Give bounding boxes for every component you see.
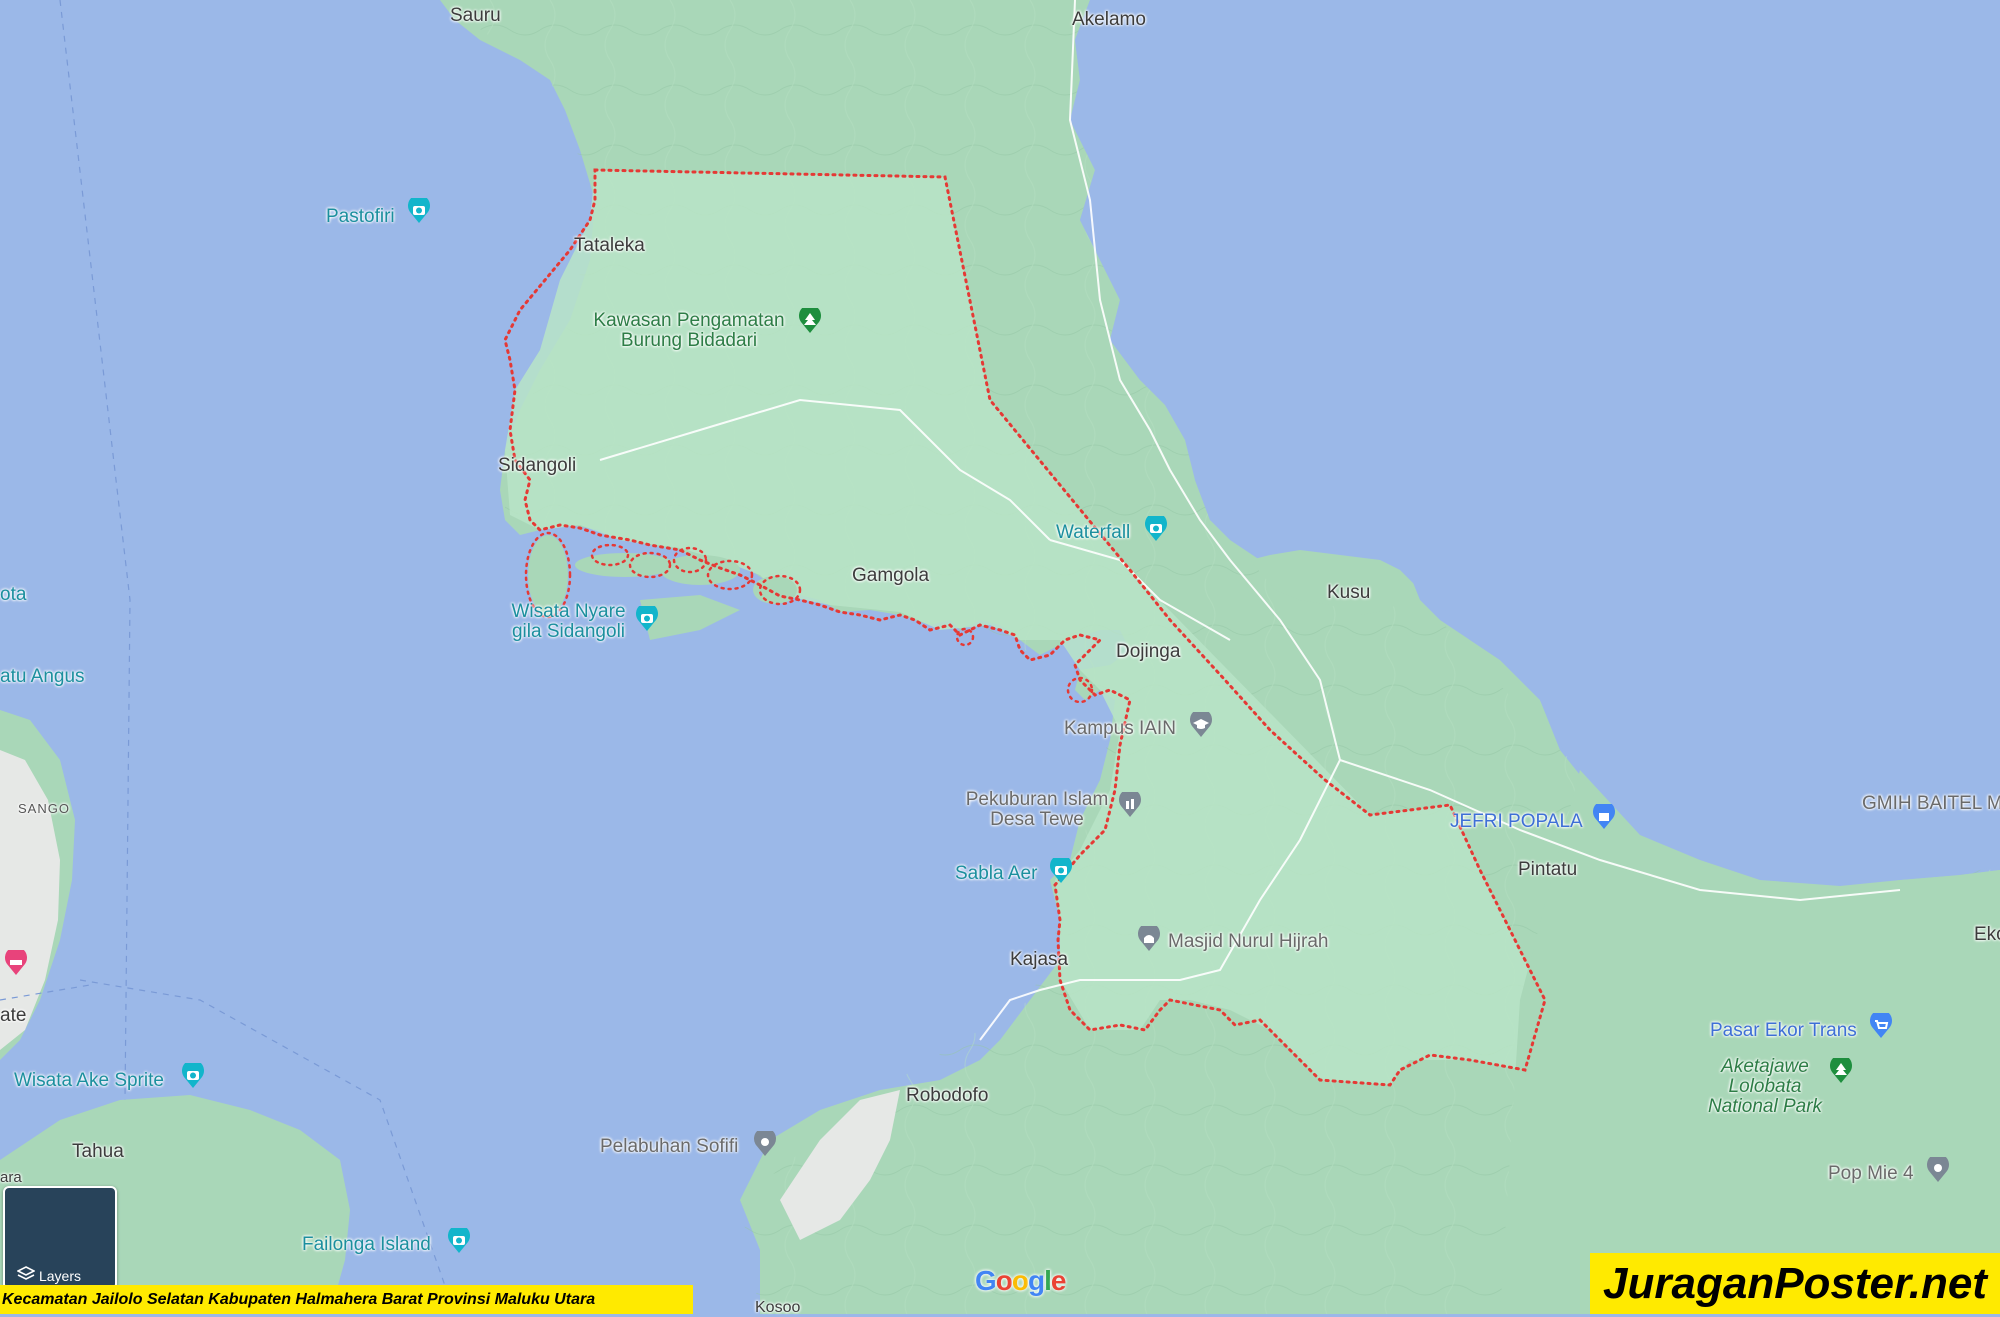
label-pastofiri[interactable]: Pastofiri — [326, 207, 395, 227]
label-robodofo[interactable]: Robodofo — [906, 1086, 988, 1106]
park-pin-icon[interactable] — [1828, 1058, 1854, 1084]
park-pin-icon[interactable] — [797, 308, 823, 334]
camera-pin-icon[interactable] — [1143, 516, 1169, 542]
brand-watermark: JuraganPoster.net — [1590, 1253, 2000, 1314]
camera-pin-icon[interactable] — [446, 1228, 472, 1254]
label-ota[interactable]: ota — [0, 585, 26, 605]
label-kawasan[interactable]: Kawasan Pengamatan Burung Bidadari — [584, 311, 794, 351]
label-ara[interactable]: ara — [0, 1170, 22, 1186]
label-aketajawe[interactable]: Aketajawe Lolobata National Park — [1695, 1057, 1835, 1117]
cemetery-pin-icon[interactable] — [1117, 792, 1143, 818]
label-gamgola[interactable]: Gamgola — [852, 566, 929, 586]
label-pop-mie[interactable]: Pop Mie 4 — [1828, 1164, 1914, 1184]
camera-pin-icon[interactable] — [1048, 858, 1074, 884]
cart-pin-icon[interactable] — [1868, 1013, 1894, 1039]
layers-button[interactable]: Layers — [3, 1186, 117, 1290]
label-wisata-nyare[interactable]: Wisata Nyare gila Sidangoli — [506, 602, 631, 642]
label-eko[interactable]: Eko — [1974, 925, 2000, 945]
label-sauru[interactable]: Sauru — [450, 6, 501, 26]
label-masjid[interactable]: Masjid Nurul Hijrah — [1168, 932, 1329, 952]
label-akelamo[interactable]: Akelamo — [1072, 10, 1146, 30]
label-kusu[interactable]: Kusu — [1327, 583, 1370, 603]
mosque-pin-icon[interactable] — [1136, 926, 1162, 952]
label-kampus-iain[interactable]: Kampus IAIN — [1064, 719, 1176, 739]
place-pin-icon[interactable] — [752, 1131, 778, 1157]
label-jefri-popala[interactable]: JEFRI POPALA — [1450, 812, 1583, 832]
place-pin-icon[interactable] — [1925, 1157, 1951, 1183]
label-sidangoli[interactable]: Sidangoli — [498, 456, 576, 476]
label-wisata-ake[interactable]: Wisata Ake Sprite — [14, 1071, 164, 1091]
camera-pin-icon[interactable] — [180, 1063, 206, 1089]
hotel-pin-icon[interactable] — [3, 950, 29, 976]
label-kosoo[interactable]: Kosoo — [755, 1299, 800, 1317]
label-satu-angus[interactable]: atu Angus — [0, 667, 85, 687]
label-tataleka[interactable]: Tataleka — [574, 236, 645, 256]
label-waterfall[interactable]: Waterfall — [1056, 523, 1130, 543]
layers-label: Layers — [38, 1268, 82, 1284]
school-pin-icon[interactable] — [1188, 712, 1214, 738]
label-dojinga[interactable]: Dojinga — [1116, 642, 1180, 662]
label-gmih-baitel[interactable]: GMIH BAITEL M — [1862, 794, 2000, 814]
map-caption: Kecamatan Jailolo Selatan Kabupaten Halm… — [0, 1285, 693, 1314]
label-tahua[interactable]: Tahua — [72, 1142, 124, 1162]
camera-pin-icon[interactable] — [634, 606, 660, 632]
google-logo: Google — [975, 1265, 1066, 1296]
camera-pin-icon[interactable] — [406, 198, 432, 224]
label-kajasa[interactable]: Kajasa — [1010, 950, 1068, 970]
label-failonga[interactable]: Failonga Island — [302, 1235, 431, 1255]
label-pekuburan[interactable]: Pekuburan Islam Desa Tewe — [957, 790, 1117, 830]
label-pasar-ekor[interactable]: Pasar Ekor Trans — [1710, 1021, 1857, 1041]
label-ate[interactable]: ate — [0, 1006, 26, 1026]
shop-pin-icon[interactable] — [1591, 804, 1617, 830]
map-canvas[interactable] — [0, 0, 2000, 1314]
label-pelabuhan[interactable]: Pelabuhan Sofifi — [600, 1137, 738, 1157]
label-pintatu[interactable]: Pintatu — [1518, 860, 1577, 880]
label-sango[interactable]: SANGO — [18, 802, 70, 816]
label-sabla-aer[interactable]: Sabla Aer — [955, 864, 1037, 884]
